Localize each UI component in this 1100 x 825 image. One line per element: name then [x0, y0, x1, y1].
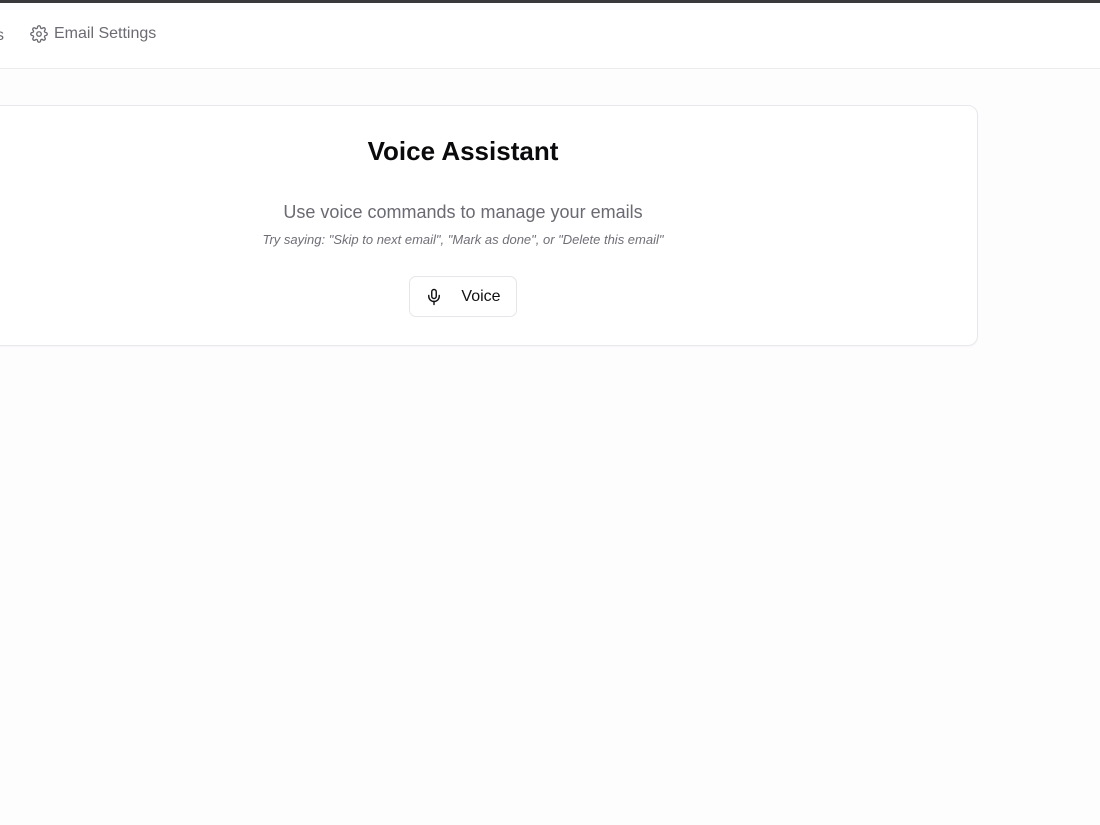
voice-command-hint: Try saying: "Skip to next email", "Mark …: [262, 232, 664, 247]
nav-item-truncated[interactable]: s: [0, 27, 4, 45]
voice-button-label: Voice: [461, 287, 501, 305]
voice-button[interactable]: Voice: [409, 276, 517, 317]
card-title: Voice Assistant: [367, 136, 559, 166]
nav-item-email-settings[interactable]: Email Settings: [30, 25, 156, 43]
gear-icon: [30, 25, 48, 43]
email-settings-label: Email Settings: [54, 25, 157, 42]
voice-assistant-card: Voice Assistant Use voice commands to ma…: [0, 105, 978, 346]
top-navigation: s Email Settings: [0, 3, 1100, 69]
card-subtitle: Use voice commands to manage your emails: [283, 202, 643, 222]
microphone-icon: [425, 288, 443, 306]
